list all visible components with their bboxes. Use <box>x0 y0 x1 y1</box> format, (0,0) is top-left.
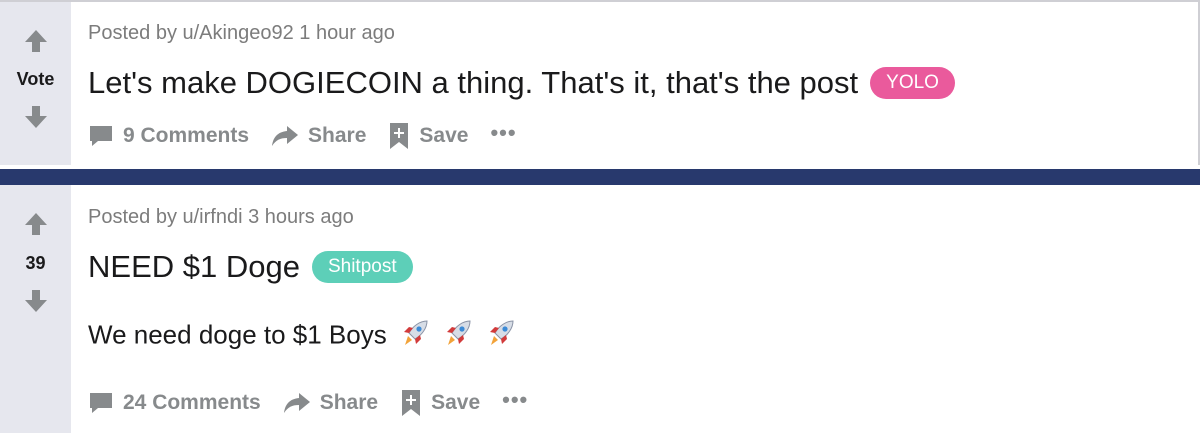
save-label: Save <box>419 124 469 147</box>
vote-column: Vote <box>0 2 71 165</box>
comments-button[interactable]: 24 Comments <box>88 391 261 415</box>
downvote-arrow-icon[interactable] <box>23 288 49 314</box>
share-button[interactable]: Share <box>283 391 378 415</box>
post-title-row[interactable]: Let's make DOGIECOIN a thing. That's it,… <box>88 65 955 101</box>
vote-score: 39 <box>25 253 46 273</box>
save-icon <box>390 123 409 149</box>
upvote-arrow-icon[interactable] <box>23 28 49 54</box>
post-meta: Posted by u/irfndi 3 hours ago <box>88 206 354 228</box>
feed-divider <box>0 169 1200 185</box>
comments-label: 9 Comments <box>123 124 250 147</box>
share-icon <box>283 393 310 413</box>
share-label: Share <box>319 391 379 414</box>
post-body-text: We need doge to $1 Boys <box>88 319 387 350</box>
post-title-row[interactable]: NEED $1 Doge Shitpost <box>88 249 413 285</box>
post-title[interactable]: NEED $1 Doge <box>88 249 300 285</box>
save-icon <box>402 390 421 416</box>
post-card[interactable]: 39 Posted by u/irfndi 3 hours ago NEED $… <box>0 185 1200 433</box>
comment-icon <box>90 126 112 146</box>
save-button[interactable]: Save <box>388 122 468 150</box>
post-actions: 24 Comments Share Save ••• <box>88 387 550 417</box>
flair-badge[interactable]: Shitpost <box>311 251 413 283</box>
post-body: We need doge to $1 Boys <box>88 318 516 355</box>
rocket-icon <box>443 318 473 355</box>
save-button[interactable]: Save <box>400 389 480 417</box>
upvote-arrow-icon[interactable] <box>23 211 49 237</box>
post-title[interactable]: Let's make DOGIECOIN a thing. That's it,… <box>88 65 858 101</box>
post-actions: 9 Comments Share Save ••• <box>88 120 539 150</box>
share-label: Share <box>308 124 367 147</box>
downvote-arrow-icon[interactable] <box>23 104 49 130</box>
share-icon <box>272 126 299 146</box>
vote-column: 39 <box>0 185 71 433</box>
rocket-icon <box>400 318 430 355</box>
rocket-icon <box>486 318 516 355</box>
comment-icon <box>90 393 112 413</box>
flair-badge[interactable]: YOLO <box>870 67 955 99</box>
post-meta: Posted by u/Akingeo92 1 hour ago <box>88 22 395 44</box>
comments-label: 24 Comments <box>123 391 261 414</box>
more-options-button[interactable]: ••• <box>490 120 516 146</box>
more-options-button[interactable]: ••• <box>502 387 528 413</box>
comments-button[interactable]: 9 Comments <box>88 124 249 148</box>
vote-score: Vote <box>16 69 55 89</box>
share-button[interactable]: Share <box>271 124 366 148</box>
post-card[interactable]: Vote Posted by u/Akingeo92 1 hour ago Le… <box>0 0 1200 165</box>
save-label: Save <box>431 391 481 414</box>
